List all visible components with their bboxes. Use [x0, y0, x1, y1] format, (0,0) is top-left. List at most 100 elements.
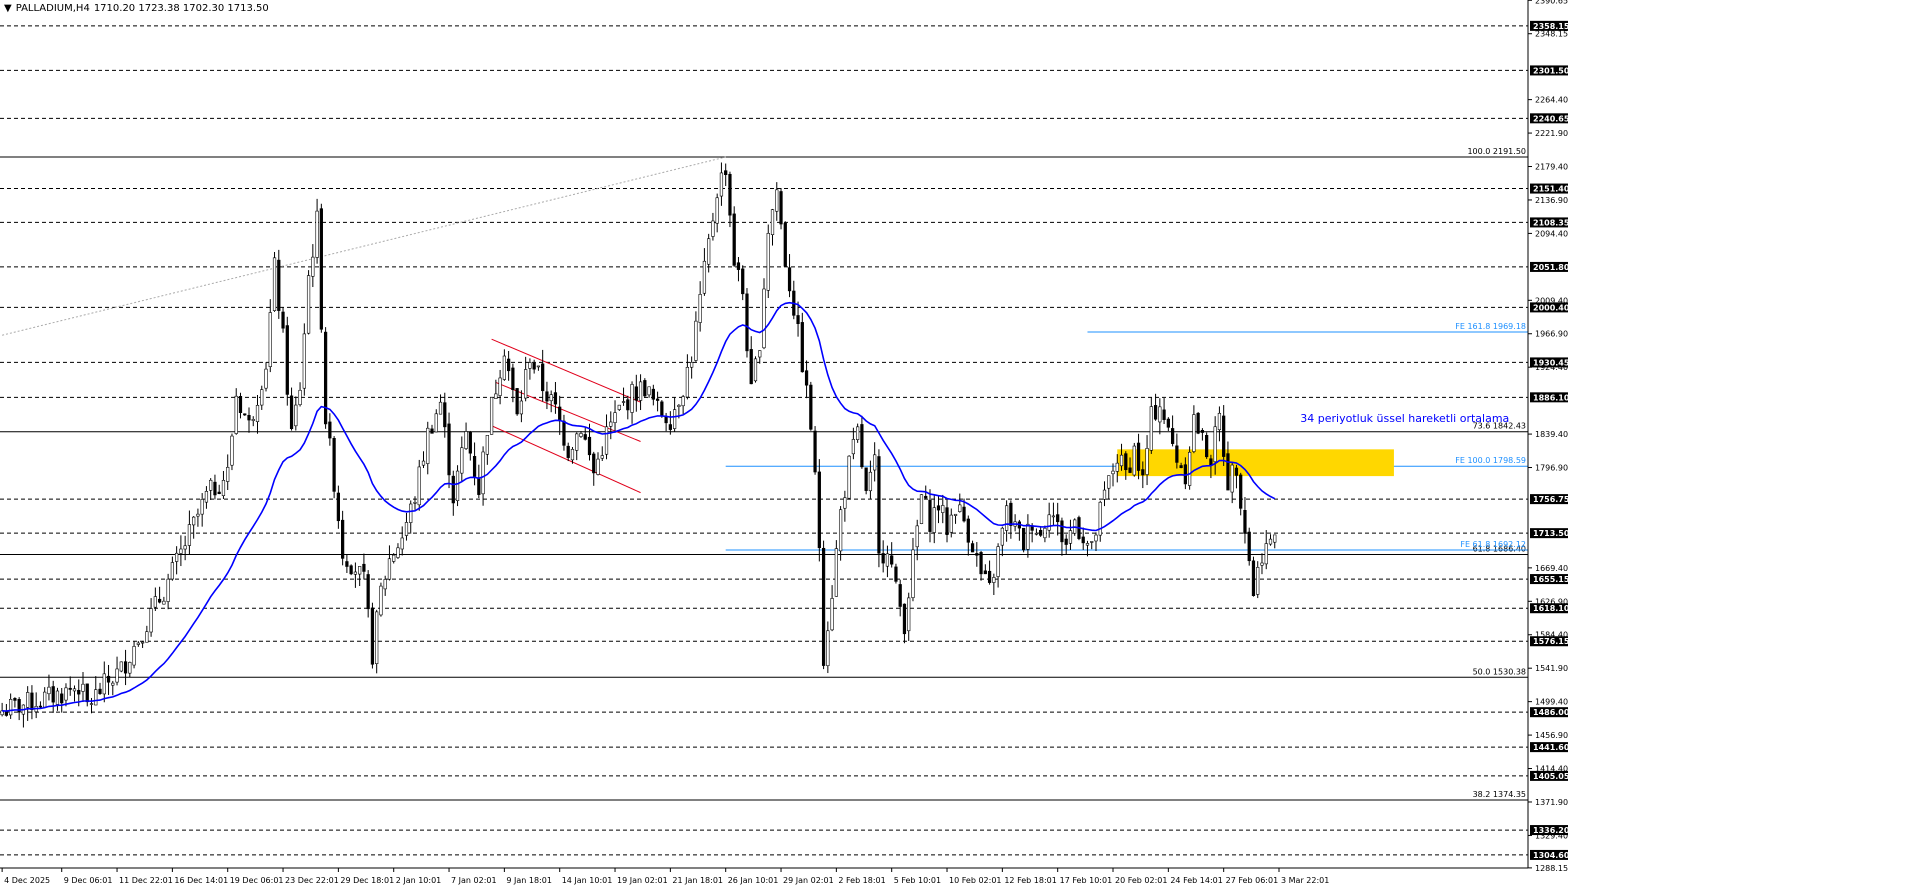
- candle-body: [157, 598, 162, 603]
- candle-body: [600, 455, 604, 459]
- candle-body: [328, 421, 332, 439]
- price-chart[interactable]: 100.0 2191.5073.6 1842.4361.8 1686.4050.…: [0, 0, 1916, 888]
- candle-body: [153, 596, 157, 608]
- candle-body: [468, 431, 472, 454]
- candle-body: [464, 431, 468, 450]
- candle-body: [1132, 445, 1136, 476]
- candle-body: [783, 222, 787, 267]
- candle-body: [1051, 515, 1056, 518]
- candle-body: [868, 471, 873, 492]
- candle-body: [213, 481, 217, 496]
- candle-body: [1004, 505, 1009, 531]
- candle-body: [1009, 502, 1013, 526]
- price-level-tag-label: 2301.50: [1533, 66, 1570, 75]
- candle-body: [366, 574, 370, 610]
- candle-body: [758, 350, 762, 358]
- price-tick-label: 1288.15: [1535, 864, 1568, 873]
- candle-body: [375, 611, 379, 664]
- candle-body: [243, 413, 247, 416]
- price-tick-label: 2094.40: [1535, 229, 1568, 238]
- candle-body: [1226, 453, 1230, 491]
- candle-body: [741, 268, 745, 295]
- candle-body: [268, 312, 272, 367]
- price-level-tag-label: 1304.60: [1533, 851, 1570, 860]
- candle-body: [587, 436, 592, 456]
- fib-level-label: 50.0 1530.38: [1473, 667, 1526, 676]
- candle-body: [204, 491, 209, 503]
- candle-body: [770, 209, 775, 235]
- candle-body: [417, 466, 421, 506]
- candle-body: [85, 683, 89, 703]
- candle-body: [983, 570, 987, 575]
- candle-body: [949, 514, 953, 533]
- candle-body: [583, 434, 587, 440]
- price-level-tag-label: 2240.65: [1533, 114, 1570, 123]
- candle-body: [834, 548, 838, 597]
- candle-body: [936, 505, 941, 511]
- candle-body: [1196, 412, 1200, 434]
- candle-body: [817, 471, 821, 549]
- price-tick-label: 1541.90: [1535, 664, 1568, 673]
- candle-body: [349, 565, 353, 575]
- candle-body: [358, 566, 362, 575]
- candle-body: [1000, 527, 1004, 546]
- candle-body: [38, 705, 43, 708]
- price-level-tag-label: 2358.15: [1533, 22, 1570, 31]
- price-level-tag-label: 2051.80: [1533, 263, 1570, 272]
- candle-body: [102, 673, 106, 695]
- time-tick-label: 4 Dec 2025: [4, 876, 50, 885]
- candle-body: [234, 395, 238, 434]
- time-tick-label: 29 Dec 18:01: [340, 876, 394, 885]
- candle-body: [702, 260, 707, 294]
- candle-body: [651, 388, 655, 400]
- candle-body: [451, 475, 455, 504]
- candle-body: [187, 524, 192, 546]
- candle-body: [89, 703, 94, 705]
- candle-body: [434, 413, 438, 433]
- candle-body: [932, 507, 936, 533]
- time-tick-label: 14 Jan 10:01: [562, 876, 613, 885]
- candle-body: [915, 525, 919, 548]
- time-tick-label: 20 Feb 02:01: [1115, 876, 1167, 885]
- time-tick-label: 21 Jan 18:01: [672, 876, 723, 885]
- candle-body: [1217, 412, 1222, 431]
- candle-body: [1111, 470, 1115, 475]
- candle-body: [528, 362, 532, 369]
- candle-body: [707, 238, 711, 265]
- ema-annotation: 34 periyotluk üssel hareketli ortalama: [1300, 412, 1509, 425]
- candle-body: [98, 688, 102, 694]
- time-tick-label: 2 Feb 18:01: [838, 876, 885, 885]
- candle-body: [183, 545, 187, 550]
- time-tick-label: 19 Jan 02:01: [617, 876, 668, 885]
- candle-body: [890, 555, 894, 565]
- candle-body: [1102, 489, 1107, 500]
- candle-body: [536, 365, 541, 368]
- candle-body: [1175, 445, 1179, 463]
- candle-body: [562, 420, 566, 446]
- candle-body: [630, 384, 634, 413]
- price-tick-label: 2221.90: [1535, 129, 1568, 138]
- candle-body: [1247, 531, 1251, 562]
- candle-body: [123, 661, 128, 674]
- candle-body: [885, 553, 890, 567]
- price-level-tag-label: 1713.50: [1533, 529, 1570, 538]
- candle-body: [507, 358, 511, 372]
- candle-body: [549, 394, 553, 402]
- candle-body: [1119, 454, 1124, 467]
- candle-body: [294, 404, 298, 427]
- candle-body: [1064, 538, 1068, 545]
- candle-body: [609, 421, 613, 427]
- candle-body: [953, 513, 958, 516]
- candle-body: [532, 362, 536, 370]
- candle-body: [477, 477, 481, 495]
- candle-body: [851, 439, 856, 455]
- candle-body: [1230, 464, 1234, 493]
- candle-body: [1205, 435, 1209, 458]
- candle-body: [1213, 426, 1217, 463]
- price-tick-label: 2264.40: [1535, 96, 1568, 105]
- candle-body: [264, 368, 268, 389]
- candle-body: [1239, 474, 1243, 509]
- candle-body: [787, 267, 792, 292]
- candle-body: [838, 509, 843, 552]
- candle-body: [1192, 414, 1196, 452]
